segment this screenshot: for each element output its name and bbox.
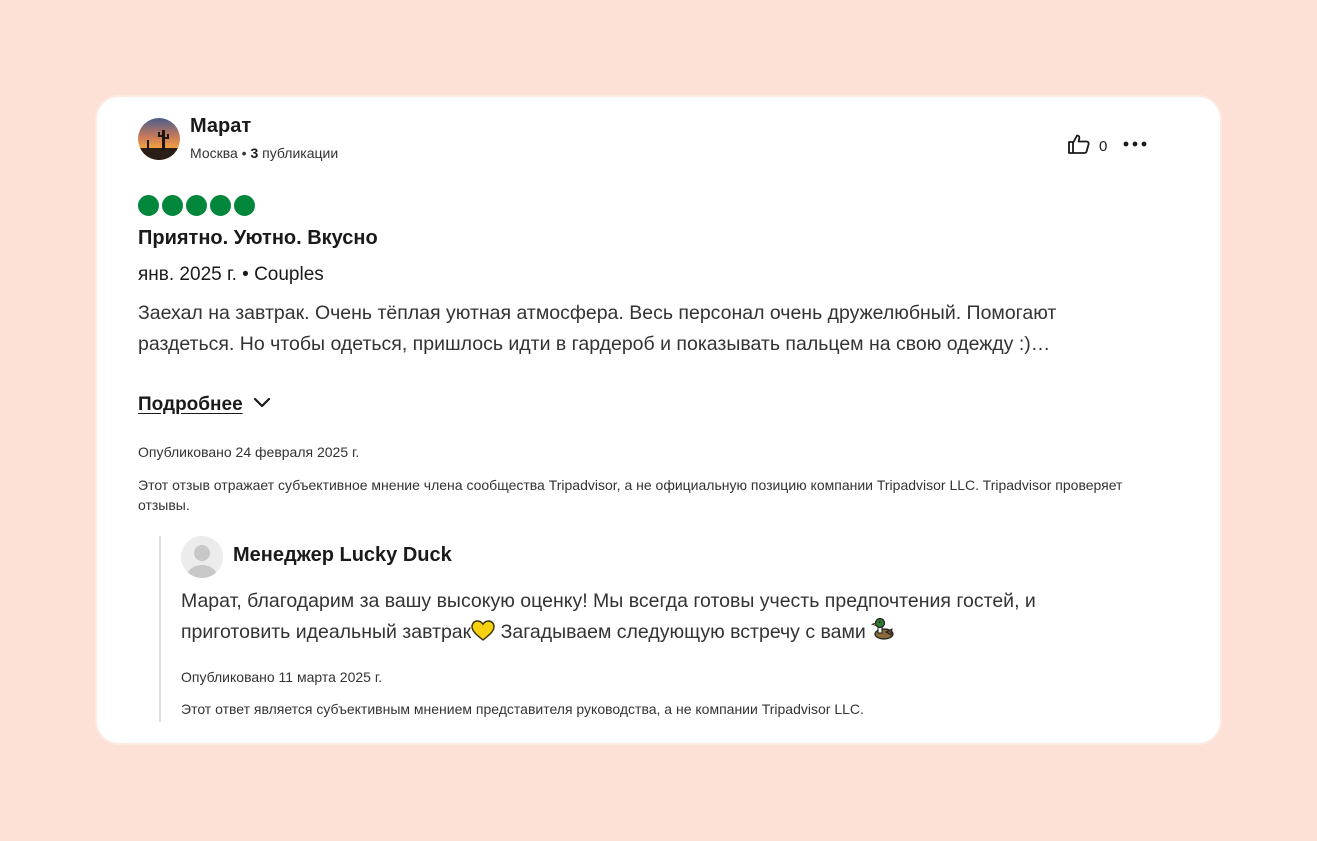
author-avatar[interactable] bbox=[138, 118, 180, 160]
read-more-label: Подробнее bbox=[138, 394, 243, 415]
chevron-down-icon bbox=[253, 396, 271, 414]
rating-bubble bbox=[234, 195, 255, 216]
rating-bubble bbox=[162, 195, 183, 216]
yellow-heart-icon bbox=[471, 620, 495, 651]
read-more-button[interactable]: Подробнее bbox=[138, 394, 271, 416]
review-disclaimer: Этот отзыв отражает субъективное мнение … bbox=[138, 477, 1123, 513]
helpful-vote-button[interactable]: 0 bbox=[1067, 133, 1107, 160]
helpful-count: 0 bbox=[1099, 138, 1108, 155]
manager-name: Менеджер Lucky Duck bbox=[233, 544, 452, 566]
response-text: Марат, благодарим за вашу высокую оценку… bbox=[181, 586, 1141, 651]
duck-icon bbox=[870, 617, 895, 651]
author-meta: Москва • 3 публикации bbox=[190, 145, 338, 161]
rating-bubble bbox=[186, 195, 207, 216]
rating-bubble bbox=[210, 195, 231, 216]
response-published-date: Опубликовано 11 марта 2025 г. bbox=[181, 669, 383, 685]
review-text: Заехал на завтрак. Очень тёплая уютная а… bbox=[138, 302, 1057, 355]
more-options-button[interactable] bbox=[1122, 131, 1148, 157]
rating-bubbles bbox=[138, 195, 255, 216]
manager-avatar bbox=[181, 536, 223, 578]
meta-separator: • bbox=[237, 145, 251, 161]
trip-meta: янв. 2025 г. • Couples bbox=[138, 264, 324, 285]
management-response: Менеджер Lucky Duck Марат, благодарим за… bbox=[159, 536, 1151, 722]
author-name[interactable]: Марат bbox=[190, 115, 251, 138]
rating-bubble bbox=[138, 195, 159, 216]
more-dots-icon bbox=[1122, 141, 1148, 161]
thumbs-up-icon bbox=[1067, 133, 1091, 160]
review-published-date: Опубликовано 24 февраля 2025 г. bbox=[138, 444, 360, 460]
author-location: Москва bbox=[190, 145, 238, 161]
response-disclaimer: Этот ответ является субъективным мнением… bbox=[181, 701, 864, 717]
review-title[interactable]: Приятно. Уютно. Вкусно bbox=[138, 227, 378, 250]
posts-label: публикации bbox=[258, 145, 339, 161]
review-card: Марат Москва • 3 публикации 0 Приятно. У… bbox=[97, 97, 1220, 743]
response-text-part2: Загадываем следующую встречу с вами bbox=[495, 621, 872, 643]
